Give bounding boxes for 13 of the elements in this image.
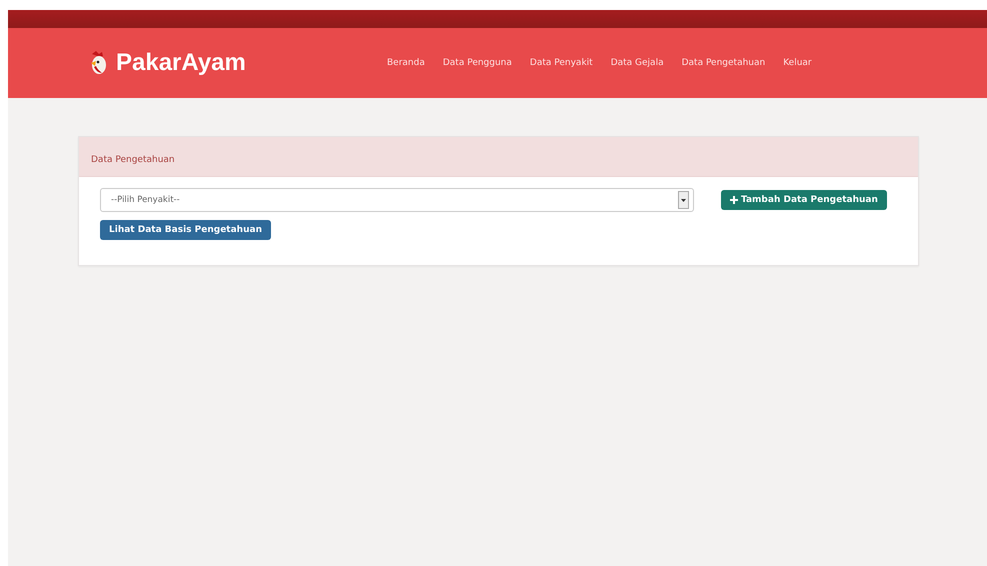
nav-link[interactable]: Data Gejala — [604, 54, 671, 72]
view-button[interactable]: Lihat Data Basis Pengetahuan — [100, 220, 271, 240]
nav-link[interactable]: Data Pengetahuan — [674, 54, 772, 72]
caret-icon — [681, 198, 686, 202]
nav-link[interactable]: Beranda — [380, 54, 432, 72]
panel-title: Data Pengetahuan — [91, 155, 175, 165]
add-button[interactable]: Tambah Data Pengetahuan — [721, 190, 887, 210]
plus-icon — [730, 196, 738, 204]
nav-link[interactable]: Keluar — [776, 54, 819, 72]
disease-select[interactable]: --Pilih Penyakit-- — [100, 188, 694, 212]
nav-link[interactable]: Data Pengguna — [436, 54, 519, 72]
brand-name: PakarAyam — [116, 49, 246, 77]
nav-link[interactable]: Data Penyakit — [522, 54, 600, 72]
